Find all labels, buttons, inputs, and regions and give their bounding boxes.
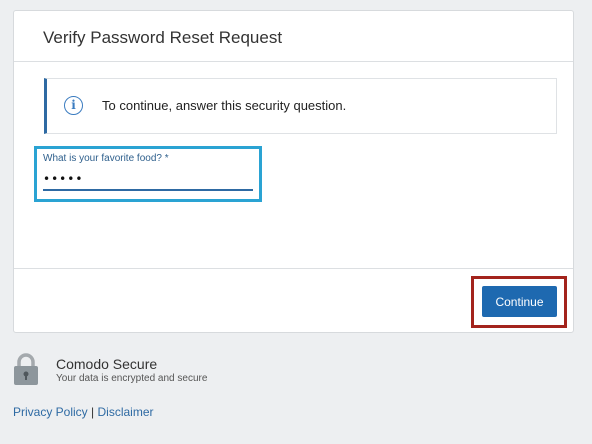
security-question-field: What is your favorite food? * <box>34 146 262 202</box>
info-alert: i To continue, answer this security ques… <box>44 78 557 134</box>
link-separator: | <box>91 405 95 419</box>
card-header: Verify Password Reset Request <box>14 11 573 62</box>
secure-subtitle: Your data is encrypted and secure <box>56 373 208 384</box>
continue-button[interactable]: Continue <box>482 286 557 317</box>
security-answer-input[interactable] <box>43 169 253 191</box>
secure-title: Comodo Secure <box>56 356 158 372</box>
info-message: To continue, answer this security questi… <box>102 98 347 113</box>
disclaimer-link[interactable]: Disclaimer <box>98 405 154 419</box>
lock-icon <box>14 353 38 385</box>
footer-links: Privacy Policy | Disclaimer <box>13 405 154 419</box>
page-title: Verify Password Reset Request <box>43 28 283 47</box>
security-question-label: What is your favorite food? * <box>43 153 169 164</box>
info-icon: i <box>64 96 83 115</box>
privacy-policy-link[interactable]: Privacy Policy <box>13 405 88 419</box>
footer-divider <box>14 268 573 269</box>
